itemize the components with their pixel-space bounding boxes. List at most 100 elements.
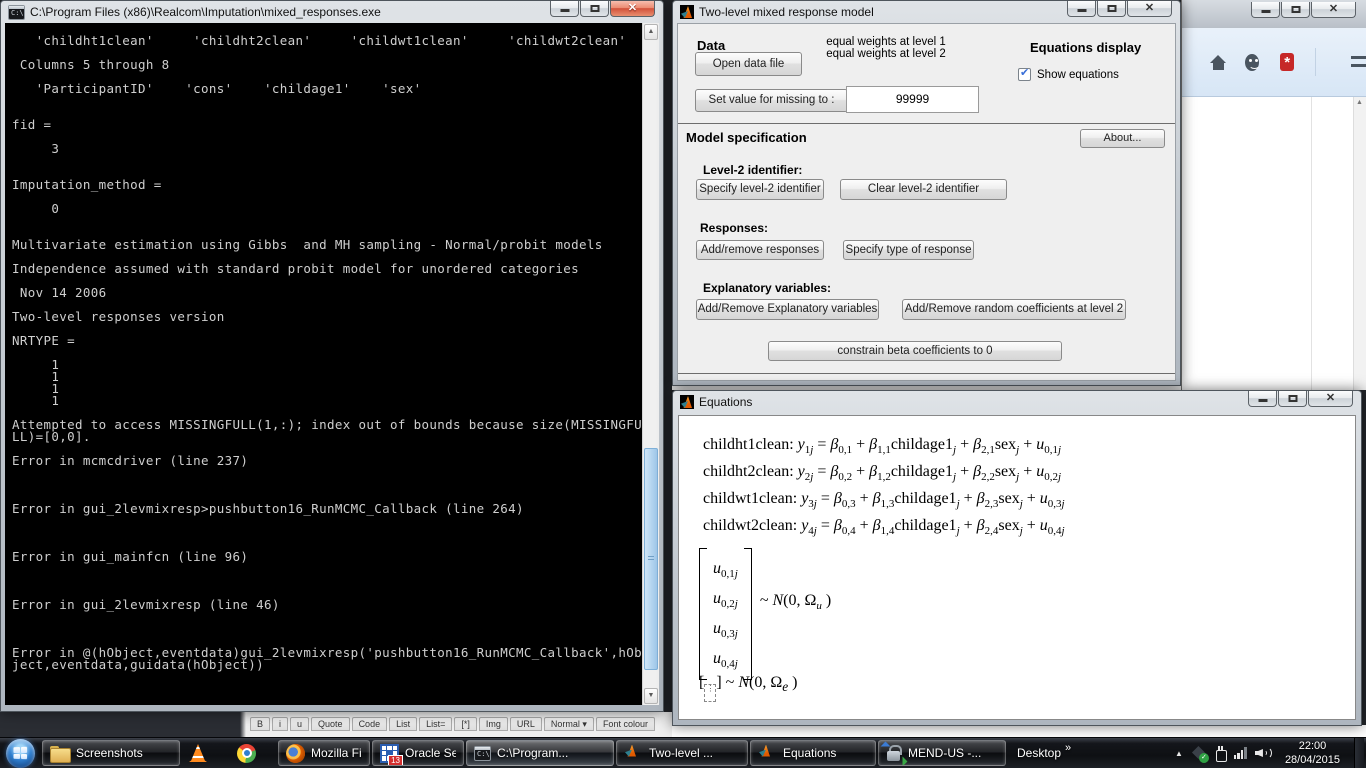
menu-icon[interactable] <box>1351 56 1366 69</box>
firefox-icon <box>286 744 305 763</box>
editor-button[interactable]: Quote <box>311 717 350 731</box>
taskbar-item-firefox[interactable]: Mozilla Fir... <box>278 740 370 766</box>
minimize-button[interactable] <box>1067 1 1096 17</box>
taskbar-item-console[interactable]: C:\Program... <box>466 740 614 766</box>
taskbar-item-mend[interactable]: MEND-US -... <box>878 740 1006 766</box>
console-window: C:\Program Files (x86)\Realcom\Imputatio… <box>0 0 664 712</box>
clock[interactable]: 22:00 28/04/2015 <box>1279 739 1346 767</box>
missing-value-input[interactable]: 99999 <box>846 86 979 113</box>
u-vector-row: u0,1j <box>713 554 738 584</box>
show-equations-checkbox[interactable] <box>1018 68 1031 81</box>
editor-button[interactable]: u <box>290 717 309 731</box>
power-plug-icon[interactable] <box>1215 746 1226 761</box>
hidden-icons-arrow[interactable]: ▲ <box>1175 749 1183 758</box>
firefox-window-sliver: ✕ * <box>1181 0 1366 390</box>
close-button[interactable]: ✕ <box>610 1 655 17</box>
chat-smiley-icon[interactable] <box>1245 54 1259 71</box>
firefox-toolbar: * <box>1182 28 1366 97</box>
set-missing-value-button[interactable]: Set value for missing to : <box>695 89 848 112</box>
editor-button[interactable]: List <box>389 717 417 731</box>
network-signal-icon[interactable] <box>1234 747 1247 759</box>
close-button[interactable]: ✕ <box>1311 2 1356 18</box>
scroll-up-button[interactable]: ▲ <box>644 24 658 40</box>
explanatory-label: Explanatory variables: <box>703 281 831 295</box>
restore-button[interactable] <box>1278 391 1307 407</box>
equation: childwt2clean: y4j = β0,4 + β1,4childage… <box>703 517 1065 544</box>
home-icon[interactable] <box>1210 55 1224 70</box>
taskbar-item-label: Two-level ... <box>649 746 713 760</box>
equation: childwt1clean: y3j = β0,3 + β1,3childage… <box>703 490 1065 517</box>
minimize-button[interactable] <box>1248 391 1277 407</box>
close-button[interactable]: ✕ <box>1127 1 1172 17</box>
toolbar-separator <box>1315 48 1316 76</box>
minimize-button[interactable] <box>550 1 579 17</box>
u-distribution: u0,1ju0,2ju0,3ju0,4j~ N(0, Ωu ) <box>699 548 831 680</box>
system-tray: ▲ ✓ 22:00 28/04/2015 <box>1175 738 1366 768</box>
model-window: Two-level mixed response model ✕ Data Op… <box>672 0 1181 386</box>
editor-button[interactable]: i <box>272 717 288 731</box>
lastpass-icon[interactable]: * <box>1280 53 1295 71</box>
model-title: Two-level mixed response model <box>699 5 874 19</box>
taskbar-item-vlc[interactable] <box>182 740 228 766</box>
restore-button[interactable] <box>1281 2 1310 18</box>
restore-button[interactable] <box>580 1 609 17</box>
clear-level2-button[interactable]: Clear level-2 identifier <box>840 179 1007 200</box>
add-random-coeff-button[interactable]: Add/Remove random coefficients at level … <box>902 299 1126 320</box>
start-button[interactable] <box>4 738 38 768</box>
taskbar-item-matlab-model[interactable]: Two-level ... <box>616 740 748 766</box>
editor-button[interactable]: Img <box>479 717 508 731</box>
scrollbar-thumb[interactable] <box>644 448 658 670</box>
desktop-toolbar[interactable]: Desktop » <box>1017 746 1071 760</box>
taskbar-item-matlab-eq[interactable]: Equations <box>750 740 876 766</box>
weights-note: equal weights at level 1 equal weights a… <box>796 36 976 60</box>
firefox-scrollbar[interactable] <box>1353 97 1366 390</box>
clock-time: 22:00 <box>1285 739 1340 753</box>
close-button[interactable]: ✕ <box>1308 391 1353 407</box>
add-explanatory-button[interactable]: Add/Remove Explanatory variables <box>696 299 879 320</box>
editor-button[interactable]: B <box>250 717 270 731</box>
antispy-icon[interactable]: ✓ <box>1191 745 1207 761</box>
taskbar-item-label: Oracle Sec... <box>405 746 456 760</box>
scroll-down-button[interactable]: ▼ <box>644 688 658 704</box>
specify-level2-button[interactable]: Specify level-2 identifier <box>696 179 824 200</box>
model-client-area: Data Open data file equal weights at lev… <box>677 23 1176 381</box>
taskbar-item-label: C:\Program... <box>497 746 568 760</box>
specify-type-button[interactable]: Specify type of response <box>843 240 974 260</box>
editor-button[interactable]: Font colour <box>596 717 655 731</box>
editor-button[interactable]: Code <box>352 717 388 731</box>
taskbar-item-chrome[interactable] <box>230 740 276 766</box>
equations-title: Equations <box>699 395 752 409</box>
background-editor-strip: BiuQuoteCodeListList=[*]ImgURLNormal ▾Fo… <box>0 712 672 737</box>
taskbar-item-screenshots[interactable]: Screenshots <box>42 740 180 766</box>
editor-button[interactable]: URL <box>510 717 542 731</box>
maximize-button[interactable] <box>1097 1 1126 17</box>
constrain-beta-button[interactable]: constrain beta coefficients to 0 <box>768 341 1062 361</box>
about-button[interactable]: About... <box>1080 129 1165 148</box>
firefox-titlebar: ✕ <box>1182 0 1366 28</box>
u-vector-row: u0,2j <box>713 584 738 614</box>
add-remove-responses-button[interactable]: Add/remove responses <box>696 240 824 260</box>
separator <box>678 123 1175 124</box>
editor-button[interactable]: [*] <box>454 717 477 731</box>
console-icon <box>8 5 25 20</box>
equation: childht1clean: y1j = β0,1 + β1,1childage… <box>703 436 1065 463</box>
taskbar-item-oracle[interactable]: 13 Oracle Sec... <box>372 740 464 766</box>
background-sliver <box>672 725 1366 737</box>
open-data-file-button[interactable]: Open data file <box>695 52 802 76</box>
editor-button[interactable]: Normal ▾ <box>544 717 594 731</box>
console-output: 'childht1clean' 'childht2clean' 'childwt… <box>5 23 659 705</box>
chevron-icon: » <box>1065 742 1071 754</box>
matlab-icon <box>680 395 694 409</box>
oracle-grid-icon: 13 <box>380 744 399 763</box>
separator <box>678 373 1175 374</box>
taskbar-item-label: Mozilla Fir... <box>311 746 362 760</box>
console-text: 'childht1clean' 'childht2clean' 'childwt… <box>12 35 642 671</box>
editor-button[interactable]: List= <box>419 717 452 731</box>
console-scrollbar[interactable]: ▲ ▼ <box>642 23 659 705</box>
equations-client-area: childht1clean: y1j = β0,1 + β1,1childage… <box>678 415 1356 720</box>
minimize-button[interactable] <box>1251 2 1280 18</box>
volume-icon[interactable] <box>1255 746 1271 760</box>
show-desktop-button[interactable] <box>1354 738 1364 768</box>
e-distribution: [⋮] ~ N(0, Ωe ) <box>699 674 797 702</box>
equations-display-header: Equations display <box>1030 40 1141 55</box>
